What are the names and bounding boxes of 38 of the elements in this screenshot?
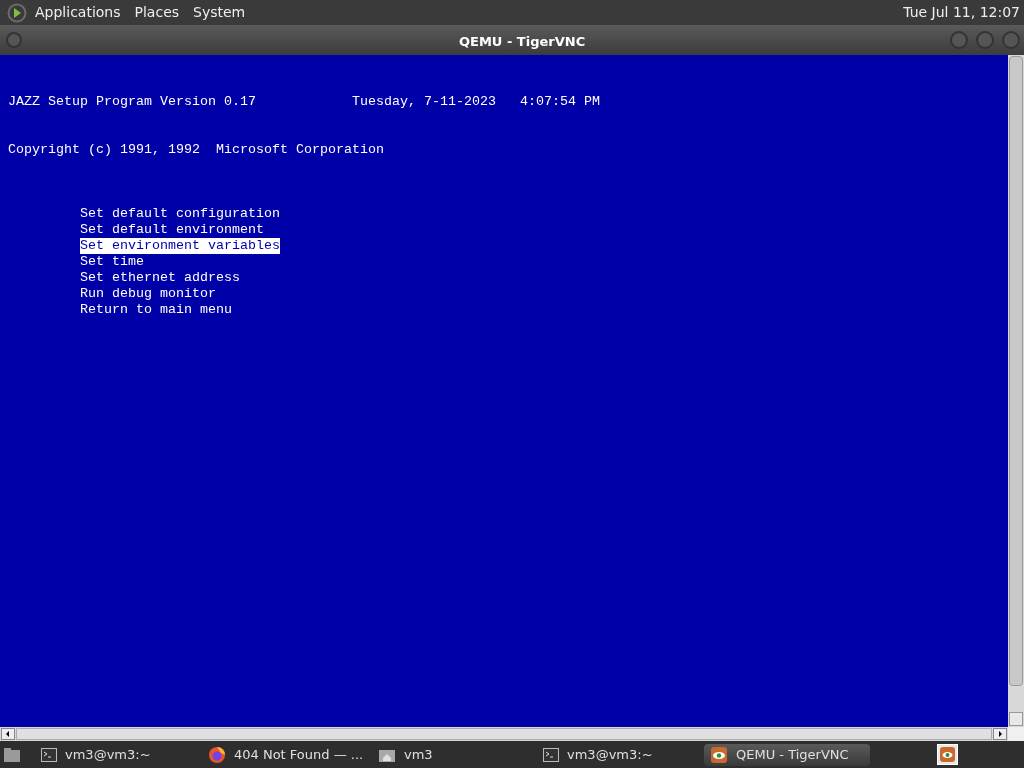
copyright-text: Copyright (c) 1991, 1992 Microsoft Corporation (8, 142, 384, 157)
horizontal-scrollbar[interactable] (0, 727, 1008, 741)
program-title: JAZZ Setup Program Version 0.17 (8, 94, 257, 110)
menu-item[interactable]: Set default configuration (80, 206, 280, 222)
close-button[interactable] (1002, 31, 1020, 49)
vertical-scrollbar[interactable] (1008, 55, 1024, 727)
menu-item[interactable]: Set ethernet address (80, 270, 240, 286)
minimize-button[interactable] (950, 31, 968, 49)
scroll-thumb[interactable] (1009, 56, 1023, 686)
panel-menu[interactable]: System (193, 2, 246, 23)
menu-item[interactable]: Run debug monitor (80, 286, 216, 302)
date-text: Tuesday, 7-11-2023 (352, 94, 497, 110)
tray-app-icon[interactable] (937, 744, 958, 765)
window-menu-icon[interactable] (6, 32, 22, 48)
panel-menu[interactable]: Applications (35, 2, 121, 23)
panel-menu[interactable]: Places (134, 2, 180, 23)
show-desktop-icon[interactable] (3, 746, 21, 763)
taskbar-button[interactable]: 404 Not Found — ... (202, 743, 372, 766)
taskbar-button[interactable]: QEMU - TigerVNC (704, 743, 870, 766)
clock[interactable]: Tue Jul 11, 12:07 (903, 2, 1020, 23)
taskbar-button[interactable]: vm3@vm3:~ (35, 743, 202, 766)
time-text: 4:07:54 PM (520, 94, 600, 110)
menu-item[interactable]: Return to main menu (80, 302, 232, 318)
scroll-left-icon[interactable] (1, 728, 15, 740)
logo-icon[interactable] (7, 2, 27, 23)
window-title: QEMU - TigerVNC (459, 33, 586, 51)
taskbar-button[interactable]: vm3@vm3:~ (537, 743, 704, 766)
taskbar-button[interactable]: vm3 (372, 743, 537, 766)
menu-item[interactable]: Set environment variables (80, 238, 280, 254)
menu-item[interactable]: Set default environment (80, 222, 264, 238)
scroll-thumb[interactable] (16, 728, 992, 740)
terminal-icon (41, 747, 57, 762)
maximize-button[interactable] (976, 31, 994, 49)
terminal-icon (543, 747, 559, 762)
menu-item[interactable]: Set time (80, 254, 144, 270)
scroll-right-icon[interactable] (993, 728, 1007, 740)
browser-icon (208, 745, 226, 764)
eye-app-icon (710, 745, 728, 764)
